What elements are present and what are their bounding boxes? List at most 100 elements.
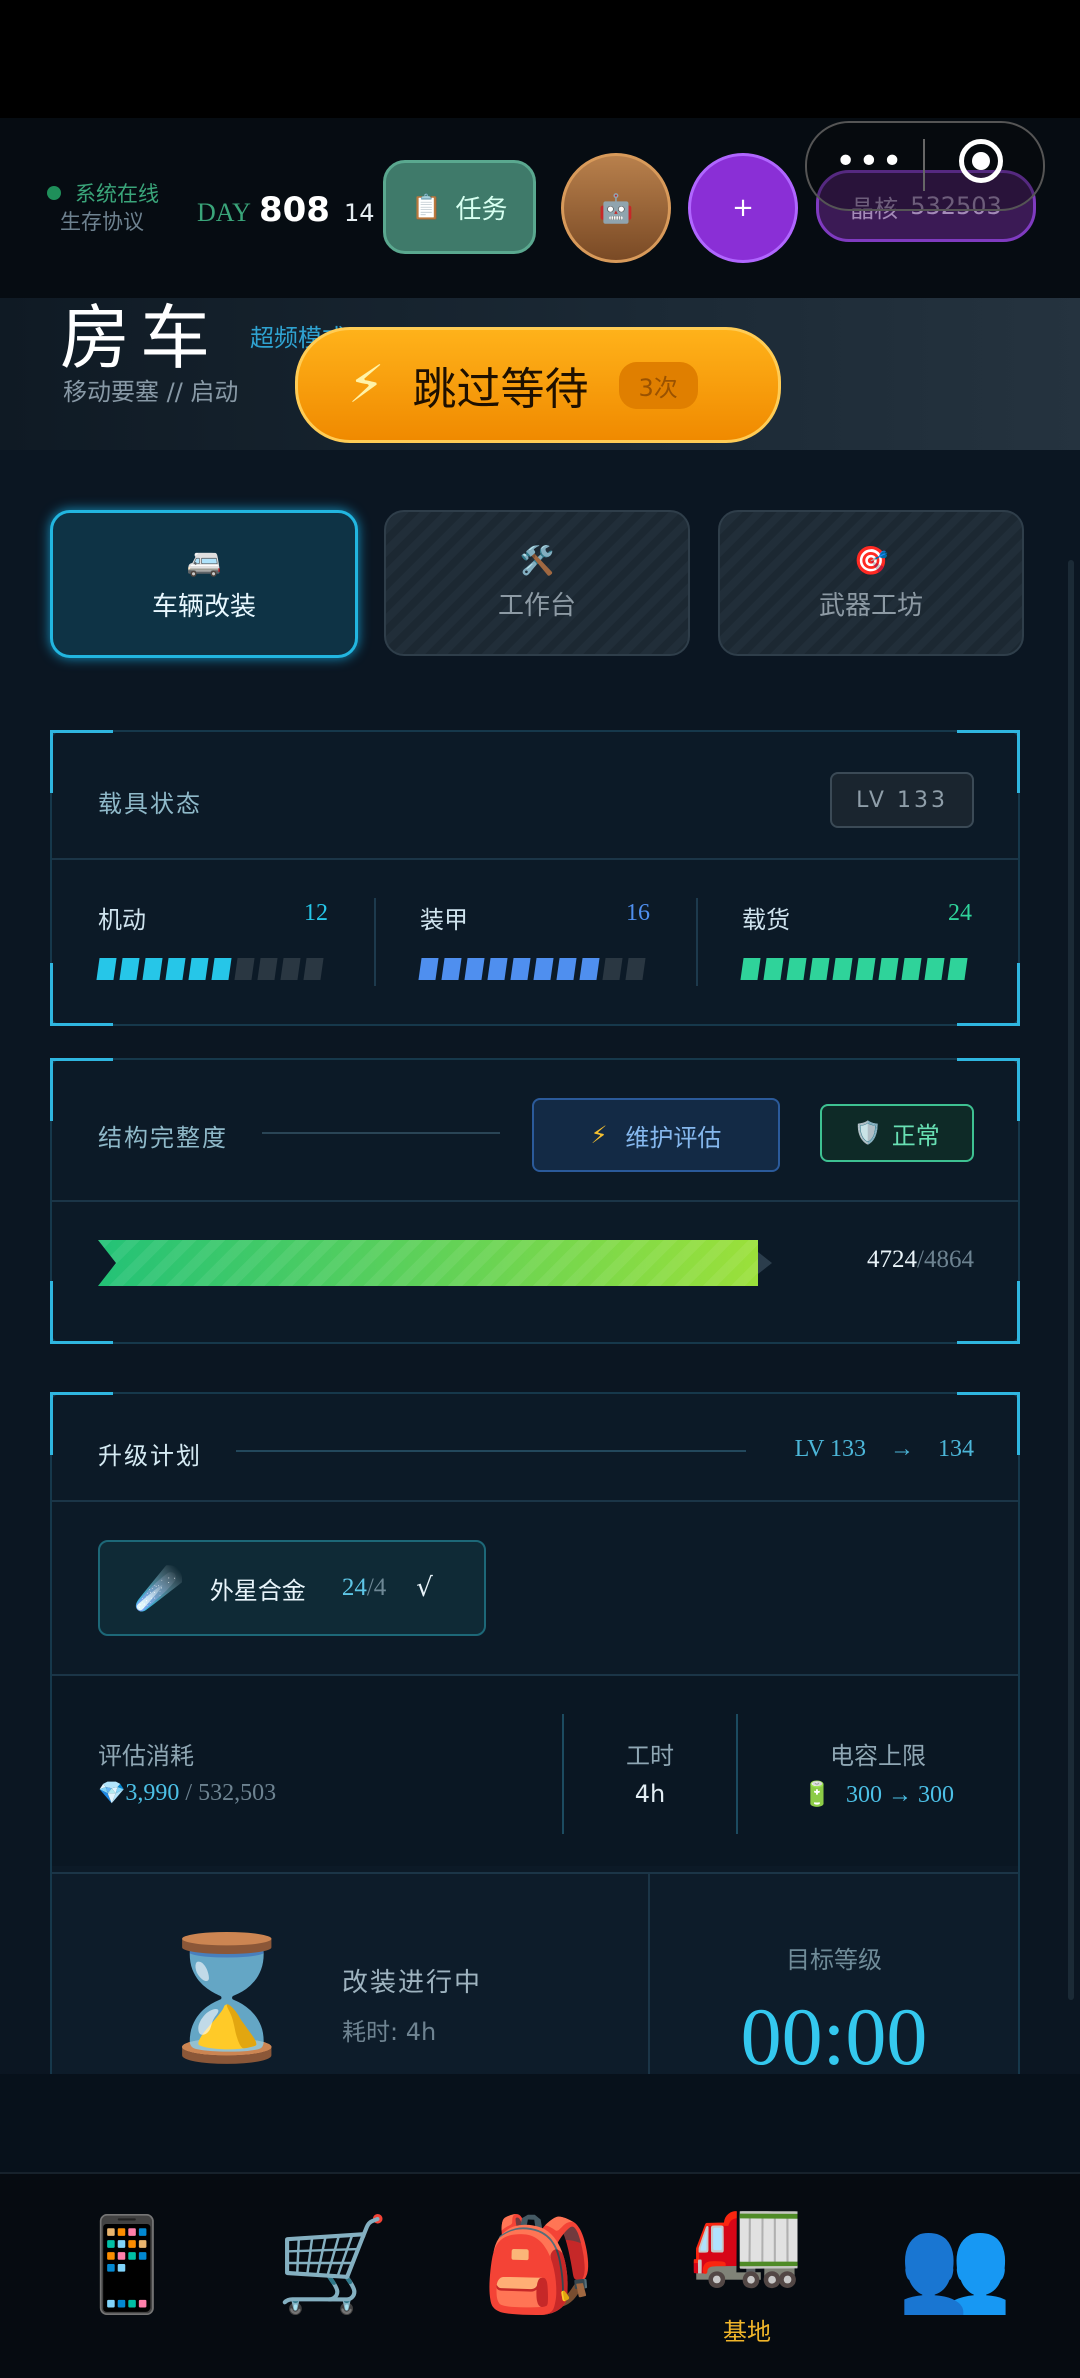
- stat-segment: [234, 958, 255, 980]
- material-need: /4: [366, 1574, 387, 1601]
- robot-icon: 🤖: [598, 191, 634, 225]
- lightning-icon: ⚡: [348, 355, 385, 415]
- material-slot[interactable]: ☄️ 外星合金 24 /4 √: [98, 1540, 486, 1636]
- stat-segment: [763, 958, 784, 980]
- integrity-tip: [758, 1252, 772, 1274]
- tab-label: 工作台: [497, 591, 576, 621]
- stat-segment: [602, 958, 623, 980]
- diamond-icon: 💎: [98, 1780, 126, 1805]
- stat-segment: [947, 958, 968, 980]
- tab-label: 车辆改装: [151, 592, 256, 622]
- nav-shop[interactable]: 🛒: [268, 2200, 398, 2330]
- stat-segment: [280, 958, 301, 980]
- status-badge: 🛡️ 正常: [820, 1104, 974, 1162]
- stat-segment: [257, 958, 278, 980]
- upgrade-title: 升级计划: [98, 1442, 202, 1470]
- stat-segment: [510, 958, 531, 980]
- skip-count: 3次: [618, 361, 698, 409]
- backpack-icon: 🎒: [481, 2211, 597, 2318]
- nav-bag[interactable]: 🎒: [474, 2200, 604, 2330]
- close-target-icon[interactable]: [959, 139, 1003, 183]
- stat-segment: [533, 958, 554, 980]
- more-icon[interactable]: •••: [835, 141, 905, 182]
- plus-button[interactable]: +: [688, 153, 798, 263]
- title-rule: [236, 1450, 746, 1452]
- nav-base[interactable]: 🚛: [682, 2180, 812, 2296]
- material-have: 24: [341, 1574, 367, 1601]
- card-divider: [52, 1500, 1018, 1502]
- plus-icon: +: [732, 193, 754, 223]
- stat-value: 12: [304, 900, 328, 926]
- stat-name: 机动: [98, 906, 146, 934]
- comet-icon: ☄️: [134, 1565, 184, 1612]
- stat-bar: [418, 958, 650, 984]
- card-corner: [50, 1058, 113, 1121]
- clipboard-icon: 📋: [411, 193, 442, 221]
- stat-segment: [740, 958, 761, 980]
- miniapp-capsule: •••: [805, 121, 1045, 211]
- maintenance-assess-button[interactable]: ⚡ 维护评估: [532, 1098, 780, 1172]
- check-icon: √: [416, 1573, 433, 1603]
- skip-label: 跳过等待: [412, 364, 589, 415]
- upgrade-levels: LV 133 → 134: [795, 1436, 974, 1463]
- stat-segment: [809, 958, 830, 980]
- structure-title: 结构完整度: [98, 1124, 228, 1152]
- day-label: DAY: [197, 198, 251, 227]
- hero-subtitle: 移动要塞 // 启动: [63, 378, 239, 406]
- task-button[interactable]: 📋 任务: [383, 160, 536, 254]
- arrow-right-icon: →: [890, 1436, 914, 1462]
- protocol-label: 生存协议: [60, 210, 144, 234]
- card-divider: [52, 858, 1018, 860]
- nav-phone[interactable]: 📱: [62, 2200, 192, 2330]
- stat-name: 装甲: [420, 906, 468, 934]
- stat-segment: [924, 958, 945, 980]
- title-rule: [262, 1132, 500, 1134]
- stat-bar: [96, 958, 328, 984]
- vehicle-status-title: 载具状态: [98, 790, 202, 818]
- level-from: LV 133: [794, 1436, 866, 1462]
- time-label: 工时: [626, 1742, 674, 1770]
- integrity-max: /4864: [917, 1246, 974, 1273]
- card-corner: [957, 1281, 1020, 1344]
- hourglass-icon: ⌛: [152, 1929, 302, 2068]
- tab-workbench[interactable]: 🛠️ 工作台: [384, 510, 690, 656]
- vehicle-level-badge: LV 133: [830, 772, 974, 828]
- stat-value: 16: [626, 900, 650, 926]
- robot-button[interactable]: 🤖: [561, 153, 671, 263]
- capacity-value: 🔋 300 → 300: [738, 1780, 1018, 1809]
- day-counter: DAY 808 14: [197, 190, 374, 230]
- assess-label: 维护评估: [625, 1123, 722, 1152]
- upgrade-card: 升级计划 LV 133 → 134 ☄️ 外星合金 24 /4 √ 评估消耗 💎…: [50, 1392, 1020, 2096]
- stat-segment: [119, 958, 140, 980]
- stat-segment: [96, 958, 117, 980]
- tab-vehicle-mod[interactable]: 🚐 车辆改装: [50, 510, 358, 658]
- stat-segment: [487, 958, 508, 980]
- stat-segment: [878, 958, 899, 980]
- hero-title: 房车: [60, 301, 220, 378]
- day-extra: 14: [343, 199, 375, 227]
- scroll-fade: [0, 2074, 1080, 2172]
- status-bar-area: [0, 0, 1080, 118]
- card-corner: [50, 1281, 113, 1344]
- stat-segment: [832, 958, 853, 980]
- stat-segment: [556, 958, 577, 980]
- integrity-bar: [98, 1240, 798, 1286]
- tools-icon: 🛠️: [519, 544, 555, 577]
- integrity-value: 4724/4864: [867, 1246, 974, 1274]
- cost-total: / 532,503: [179, 1780, 277, 1806]
- nav-base-label: 基地: [723, 2318, 771, 2346]
- vehicle-status-card: 载具状态 LV 133 机动 12 装甲 16 载货 24: [50, 730, 1020, 1026]
- stat-value: 24: [948, 900, 972, 926]
- stat-divider: [696, 898, 698, 986]
- structure-card: 结构完整度 ⚡ 维护评估 🛡️ 正常 4724/4864: [50, 1058, 1020, 1344]
- stat-segment: [901, 958, 922, 980]
- col-divider: [562, 1714, 564, 1834]
- progress-time: 耗时: 4h: [342, 2018, 437, 2046]
- stat-segment: [211, 958, 232, 980]
- capsule-divider: [923, 139, 925, 191]
- people-icon: 👥: [897, 2211, 1013, 2318]
- nav-team[interactable]: 👥: [890, 2200, 1020, 2330]
- scrollbar[interactable]: [1068, 560, 1074, 2000]
- skip-wait-button[interactable]: ⚡ 跳过等待 3次: [295, 327, 781, 443]
- tab-weapon-workshop[interactable]: 🎯 武器工坊: [718, 510, 1024, 656]
